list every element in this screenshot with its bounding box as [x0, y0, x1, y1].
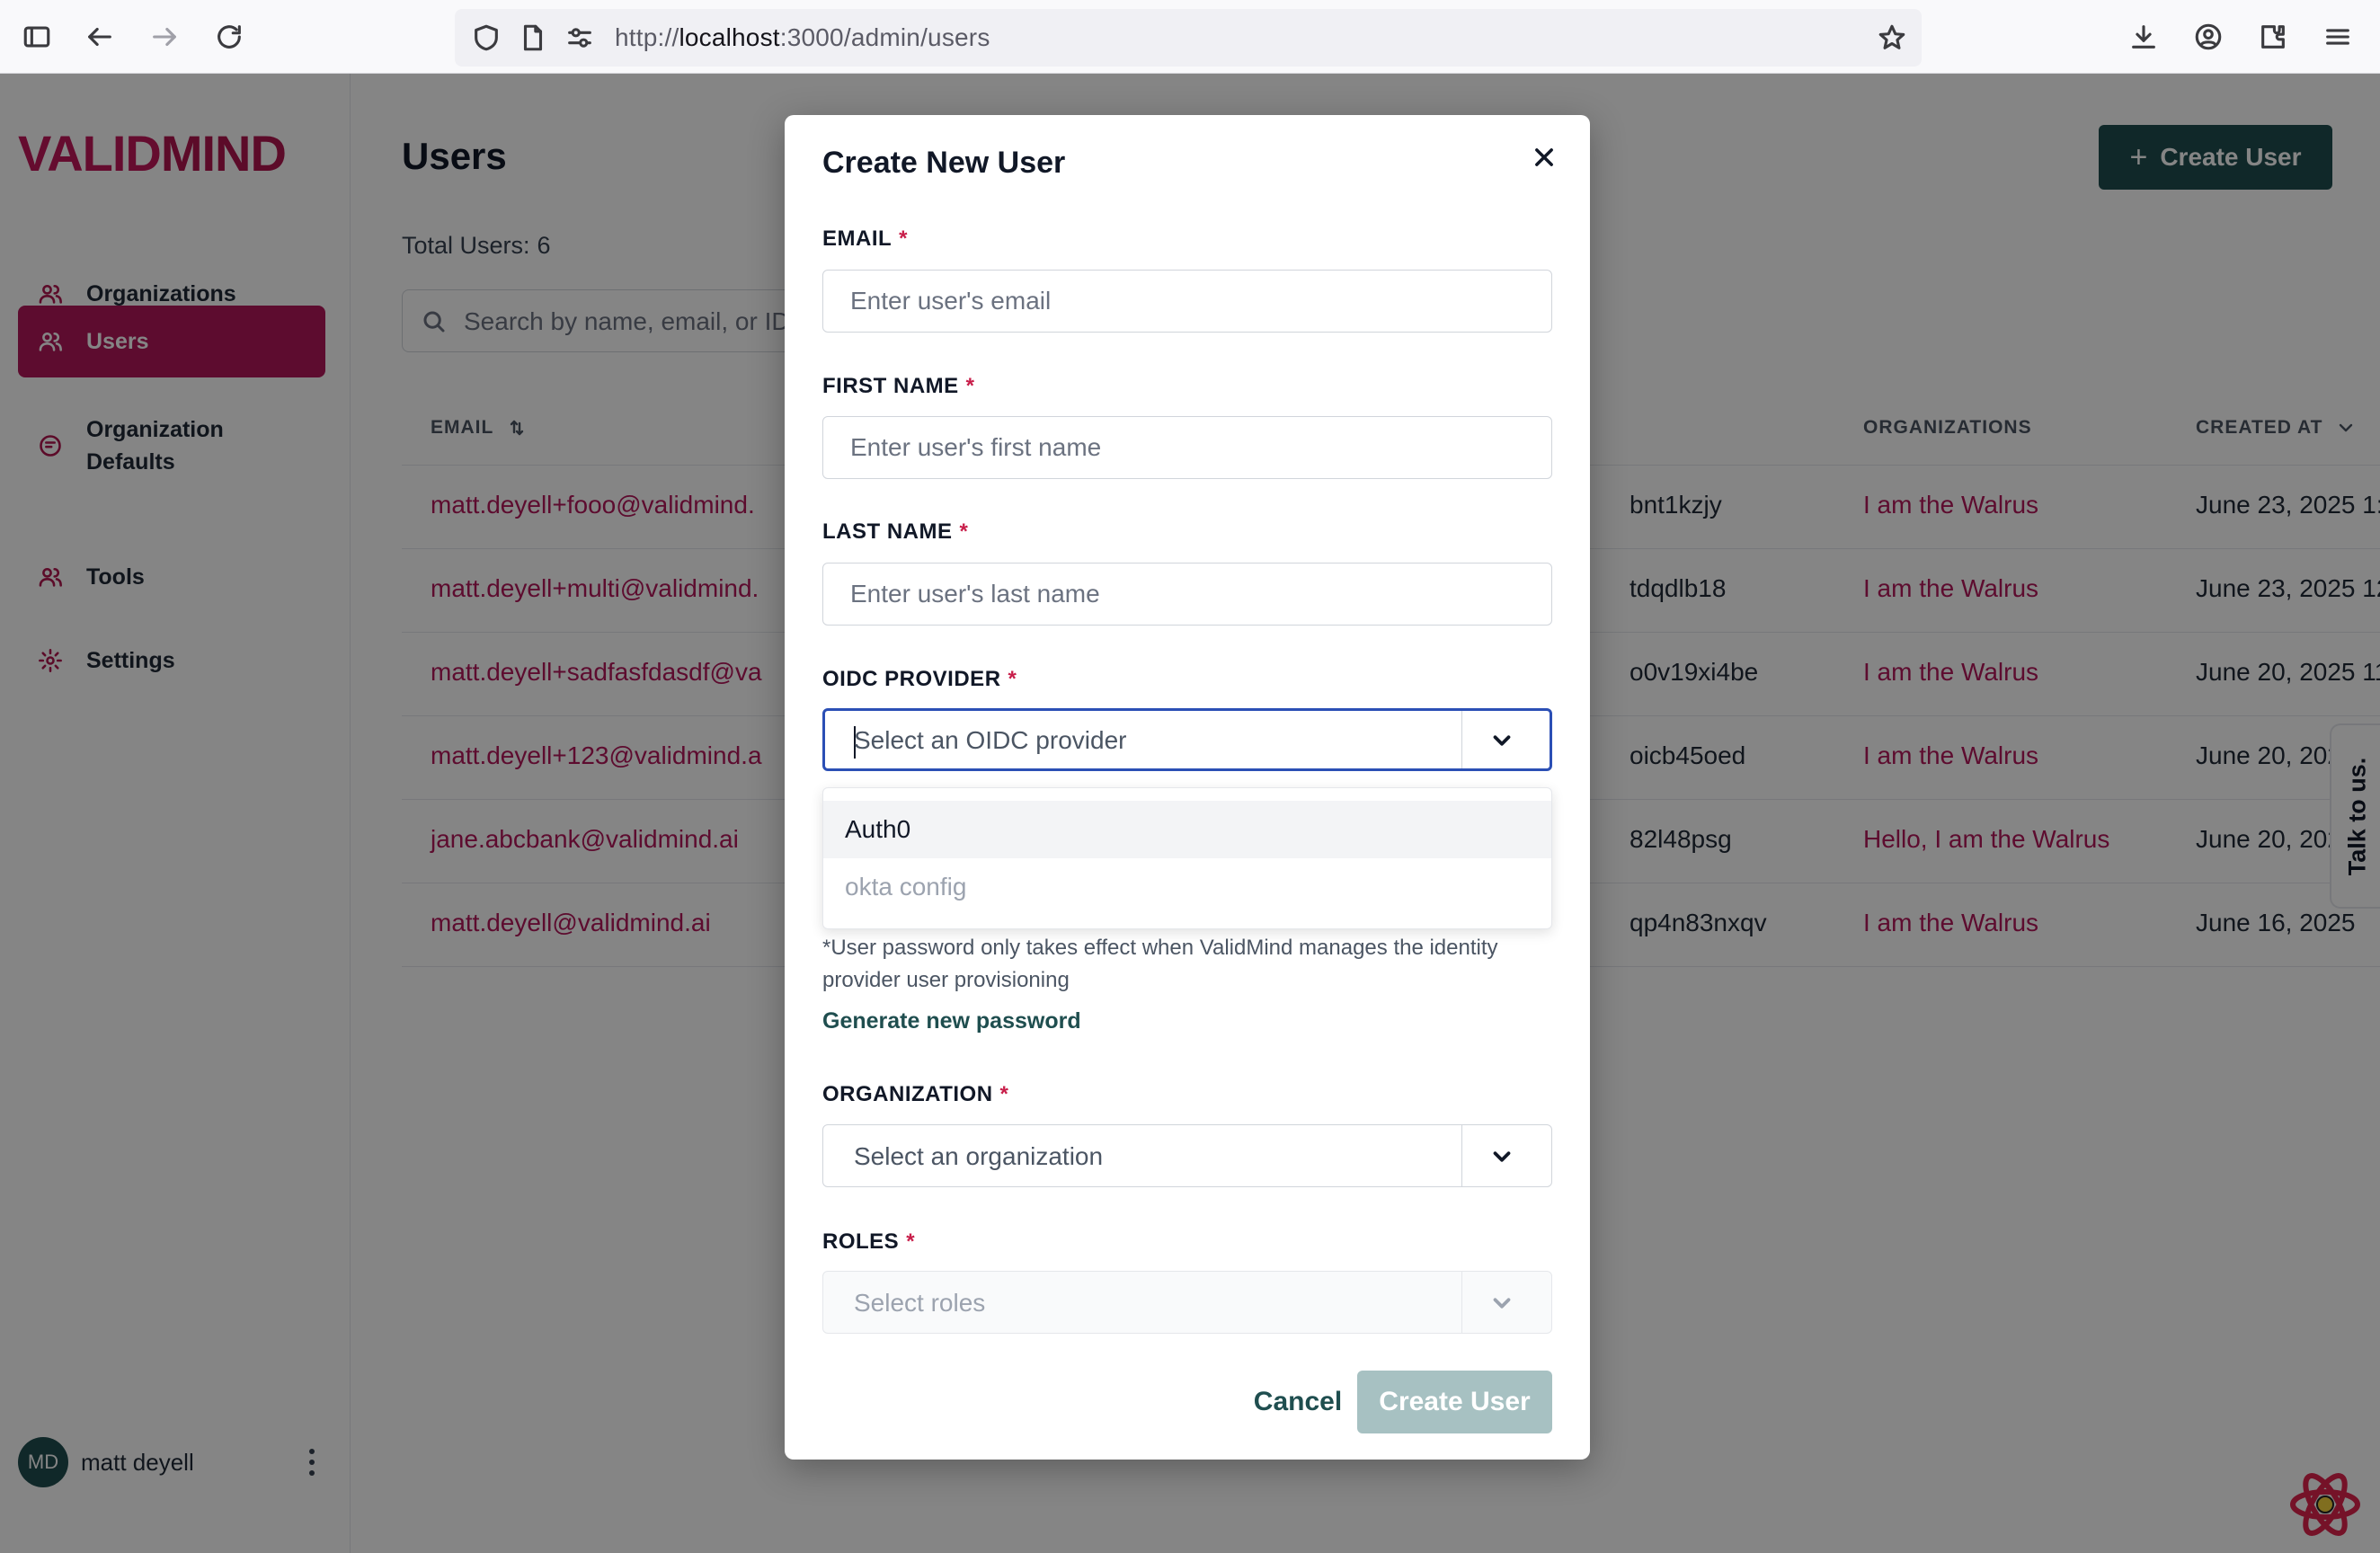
organization-label: ORGANIZATION *	[822, 1082, 1009, 1106]
email-label: EMAIL *	[822, 226, 909, 251]
browser-toolbar: http://localhost:3000/admin/users	[0, 0, 2380, 74]
create-user-dialog: Create New User EMAIL* FIRST NAME* LAST …	[785, 115, 1590, 1460]
option-okta-config[interactable]: okta config	[823, 858, 1551, 916]
bookmark-star-icon[interactable]	[1877, 22, 1907, 53]
sidebar-toggle-icon[interactable]	[16, 16, 58, 58]
chevron-down-icon[interactable]	[1488, 1143, 1515, 1170]
menu-icon[interactable]	[2317, 16, 2358, 58]
url-text: http://localhost:3000/admin/users	[615, 23, 990, 51]
close-icon[interactable]	[1525, 138, 1563, 176]
email-field[interactable]	[822, 270, 1552, 333]
oidc-provider-options: Auth0 okta config	[822, 787, 1552, 929]
oidc-provider-label: OIDC PROVIDER *	[822, 667, 1017, 691]
chevron-down-icon[interactable]	[1488, 1290, 1515, 1317]
roles-select[interactable]: Select roles	[822, 1271, 1552, 1334]
roles-label: ROLES *	[822, 1229, 916, 1254]
page-icon	[518, 22, 548, 53]
forward-icon[interactable]	[144, 16, 185, 58]
last-name-input[interactable]	[823, 564, 1551, 625]
dialog-title: Create New User	[822, 146, 1066, 180]
oidc-provider-placeholder: Select an OIDC provider	[854, 726, 1127, 754]
downloads-icon[interactable]	[2123, 16, 2164, 58]
email-input[interactable]	[823, 271, 1551, 332]
reload-icon[interactable]	[209, 16, 250, 58]
back-icon[interactable]	[79, 16, 120, 58]
organization-select[interactable]: Select an organization	[822, 1124, 1552, 1187]
chevron-down-icon[interactable]	[1488, 727, 1515, 754]
last-name-field[interactable]	[822, 563, 1552, 626]
shield-icon[interactable]	[471, 22, 502, 53]
oidc-provider-select[interactable]: Select an OIDC provider	[822, 708, 1552, 771]
cancel-button[interactable]: Cancel	[1223, 1371, 1372, 1433]
url-bar[interactable]: http://localhost:3000/admin/users	[455, 9, 1922, 67]
extensions-icon[interactable]	[2252, 16, 2294, 58]
permissions-icon[interactable]	[564, 22, 595, 53]
first-name-field[interactable]	[822, 416, 1552, 479]
roles-placeholder: Select roles	[854, 1289, 986, 1317]
account-icon[interactable]	[2188, 16, 2229, 58]
first-name-input[interactable]	[823, 417, 1551, 478]
generate-password-link[interactable]: Generate new password	[822, 1008, 1081, 1034]
first-name-label: FIRST NAME *	[822, 374, 975, 398]
password-note: *User password only takes effect when Va…	[822, 936, 1498, 992]
option-auth0[interactable]: Auth0	[823, 801, 1551, 858]
last-name-label: LAST NAME *	[822, 519, 969, 544]
create-user-submit-button[interactable]: Create User	[1357, 1371, 1552, 1433]
organization-placeholder: Select an organization	[854, 1142, 1104, 1170]
